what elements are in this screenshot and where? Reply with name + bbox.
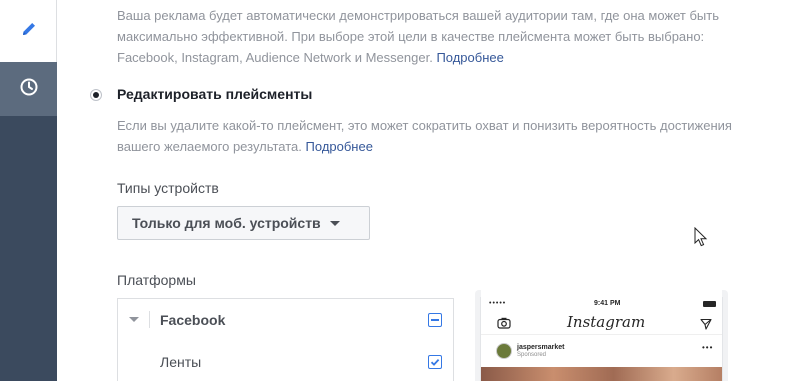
platform-name: Ленты — [160, 353, 202, 370]
sidebar-item-edit[interactable] — [0, 0, 57, 62]
auto-placement-learn-more-link[interactable]: Подробнее — [436, 50, 503, 65]
sidebar-panel — [0, 116, 57, 381]
post-header: jaspersmarket Sponsored ••• — [481, 337, 722, 365]
collapse-caret-icon[interactable] — [129, 317, 139, 322]
status-time: 9:41 PM — [594, 300, 621, 307]
platform-name: Facebook — [160, 311, 226, 328]
mouse-pointer-icon — [694, 226, 708, 252]
auto-placement-text: Ваша реклама будет автоматически демонст… — [117, 8, 719, 65]
platforms-label: Платформы — [117, 272, 196, 288]
sidebar-item-history[interactable] — [0, 62, 57, 116]
facebook-checkbox[interactable] — [428, 312, 442, 327]
clock-icon — [19, 77, 39, 102]
device-types-selected: Только для моб. устройств — [132, 215, 321, 231]
platforms-list: Facebook Ленты — [117, 298, 454, 381]
edit-placements-label[interactable]: Редактировать плейсменты — [117, 86, 312, 102]
camera-icon — [497, 316, 511, 334]
sidebar — [0, 0, 57, 381]
instagram-header: Instagram — [481, 311, 722, 335]
edit-placements-radio[interactable] — [90, 89, 102, 101]
divider — [149, 311, 150, 328]
caret-down-icon — [329, 220, 340, 226]
device-types-dropdown[interactable]: Только для моб. устройств — [117, 206, 370, 240]
edit-placements-description: Если вы удалите какой-то плейсмент, это … — [117, 115, 767, 157]
edit-placements-text: Если вы удалите какой-то плейсмент, это … — [117, 118, 732, 154]
instagram-logo: Instagram — [567, 313, 646, 331]
platform-row-feeds[interactable]: Ленты — [118, 341, 453, 381]
sponsored-label: Sponsored — [517, 352, 547, 358]
avatar — [496, 343, 512, 359]
auto-placement-description: Ваша реклама будет автоматически демонст… — [117, 5, 767, 68]
placements-panel: Ваша реклама будет автоматически демонст… — [73, 0, 788, 381]
indeterminate-icon — [431, 318, 439, 321]
instagram-preview: ••••• 9:41 PM Instagram jaspersmarket Sp… — [480, 297, 723, 381]
post-image — [481, 367, 722, 381]
radio-selected-dot — [93, 92, 99, 98]
phone-status-bar: ••••• 9:41 PM — [481, 299, 722, 309]
account-name: jaspersmarket — [517, 344, 565, 351]
battery-icon — [703, 301, 716, 307]
feeds-checkbox[interactable] — [428, 354, 442, 369]
more-options-icon: ••• — [702, 343, 714, 352]
signal-indicator: ••••• — [489, 300, 507, 307]
platform-row-facebook[interactable]: Facebook — [118, 299, 453, 340]
direct-message-icon — [700, 317, 712, 335]
edit-placements-learn-more-link[interactable]: Подробнее — [306, 139, 373, 154]
pencil-icon — [20, 20, 38, 43]
checkmark-icon — [430, 358, 440, 366]
device-types-label: Типы устройств — [117, 180, 219, 196]
